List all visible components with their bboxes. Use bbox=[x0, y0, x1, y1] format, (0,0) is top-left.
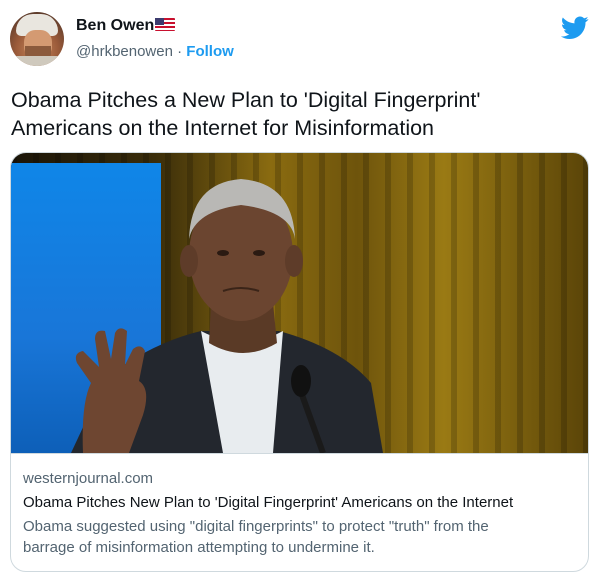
card-image-photo bbox=[71, 179, 383, 453]
author-name-row[interactable]: Ben Owen bbox=[76, 17, 176, 35]
follow-button[interactable]: Follow bbox=[186, 43, 234, 60]
tweet-text-line-2: Americans on the Internet for Misinforma… bbox=[11, 116, 435, 140]
card-title: Obama Pitches New Plan to 'Digital Finge… bbox=[23, 494, 514, 511]
tweet-text-line-1: Obama Pitches a New Plan to 'Digital Fin… bbox=[11, 88, 481, 112]
card-description-line-2: barrage of misinformation attempting to … bbox=[23, 539, 375, 556]
us-flag-icon bbox=[155, 18, 176, 31]
tweet: Ben Owen @hrkbenowen · Follow Obama Pitc… bbox=[0, 0, 600, 581]
card-meta[interactable]: westernjournal.com Obama Pitches New Pla… bbox=[11, 453, 588, 571]
card-description: Obama suggested using "digital fingerpri… bbox=[23, 516, 576, 558]
card-image[interactable] bbox=[11, 153, 588, 453]
avatar-shirt bbox=[10, 56, 64, 66]
author-handle[interactable]: @hrkbenowen bbox=[76, 43, 173, 60]
card-description-line-1: Obama suggested using "digital fingerpri… bbox=[23, 518, 489, 535]
twitter-bird-icon[interactable] bbox=[561, 16, 589, 40]
tweet-text: Obama Pitches a New Plan to 'Digital Fin… bbox=[11, 86, 591, 142]
separator-dot: · bbox=[177, 43, 183, 60]
card-domain: westernjournal.com bbox=[23, 470, 154, 487]
link-preview-card[interactable]: westernjournal.com Obama Pitches New Pla… bbox=[10, 152, 589, 572]
author-name[interactable]: Ben Owen bbox=[76, 17, 154, 34]
handle-row: @hrkbenowen · Follow bbox=[76, 43, 234, 60]
avatar[interactable] bbox=[10, 12, 64, 66]
